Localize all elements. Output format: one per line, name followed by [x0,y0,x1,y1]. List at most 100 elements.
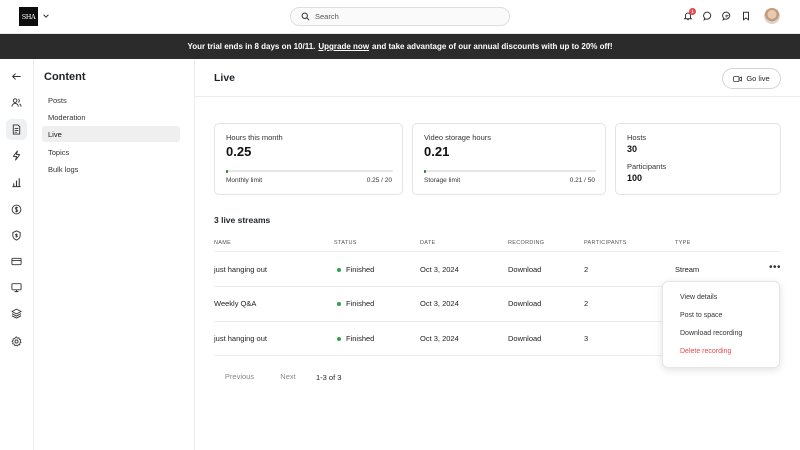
subnav-item-topics[interactable]: Topics [42,144,180,160]
row-3-date: Oct 3, 2024 [420,334,459,343]
stats-card: Hosts 30 Participants 100 [615,123,781,195]
row-1-date: Oct 3, 2024 [420,265,459,274]
menu-item-delete-recording[interactable]: Delete recording [680,348,731,355]
user-avatar[interactable] [764,8,780,24]
top-bar: SHA 1 [0,0,800,34]
column-header-type: TYPE [675,240,691,246]
subnav-item-moderation[interactable]: Moderation [42,109,180,125]
content-subnav: Content Posts Moderation Live Topics Bul… [34,59,195,450]
menu-item-view-details[interactable]: View details [680,294,717,301]
storage-value: 0.21 [424,144,450,159]
hours-limit-label: Monthly limit [226,177,263,184]
menu-item-post-to-space[interactable]: Post to space [680,312,722,319]
subnav-item-bulk-logs[interactable]: Bulk logs [42,161,180,177]
icon-rail [0,59,34,450]
row-2-date: Oct 3, 2024 [420,299,459,308]
go-live-label: Go live [746,74,770,83]
row-2-status: Finished [337,299,374,308]
brand-logo[interactable]: SHA [19,7,38,26]
main-content: Live Go live Hours this month 0.25 Month… [195,59,800,450]
row-1-type: Stream [675,265,700,274]
subnav-item-label: Moderation [48,112,86,122]
row-1-participants: 2 [584,265,589,274]
storage-card: Video storage hours 0.21 Storage limit 0… [412,123,606,195]
subnav-item-label: Posts [48,95,67,105]
gear-icon[interactable] [10,335,23,348]
participants-value: 100 [627,173,643,183]
page-header: Live Go live [195,59,800,97]
more-actions-button[interactable]: ••• [769,263,781,273]
hosts-value: 30 [627,144,638,154]
hosts-label: Hosts [627,133,647,142]
status-text: Finished [346,265,375,274]
people-icon[interactable] [10,96,23,109]
subnav-title: Content [44,71,86,83]
subnav-item-live[interactable]: Live [42,126,180,142]
column-header-status: STATUS [334,240,357,246]
streams-title: 3 live streams [214,215,271,225]
search-input[interactable] [315,12,495,21]
banner-prefix: Your trial ends in 8 days on 10/11. [187,42,316,51]
subnav-item-label: Bulk logs [48,164,79,174]
brand-logo-text: SHA [21,12,36,21]
storage-limit-value: 0.21 / 50 [569,177,595,184]
row-1-name: just hanging out [214,265,267,274]
document-icon[interactable] [6,119,27,140]
row-2-participants: 2 [584,299,589,308]
search-icon [301,12,310,21]
row-3-participants: 3 [584,334,589,343]
storage-label: Video storage hours [424,133,491,142]
chat-bubble-icon[interactable] [703,11,713,21]
messages-icon[interactable] [722,11,732,21]
next-page-button[interactable]: Next [269,364,307,389]
bar-chart-icon[interactable] [10,176,23,189]
hours-label: Hours this month [226,133,283,142]
hours-progress-fill [226,169,229,173]
hours-value: 0.25 [226,144,252,159]
row-3-download-link[interactable]: Download [508,334,541,343]
bookmark-icon[interactable] [741,11,751,21]
row-1-download-link[interactable]: Download [508,265,541,274]
trial-banner: Your trial ends in 8 days on 10/11. Upgr… [0,34,800,59]
subnav-item-posts[interactable]: Posts [42,92,180,108]
menu-item-download-recording[interactable]: Download recording [680,330,742,337]
notification-badge: 1 [689,8,696,15]
hours-limit-value: 0.25 / 20 [366,177,392,184]
search-bar[interactable] [290,7,510,26]
credit-card-icon[interactable] [10,255,23,268]
storage-progress-bar [424,169,596,173]
back-arrow-icon[interactable] [10,70,23,83]
row-3-status: Finished [337,334,374,343]
column-header-participants: PARTICIPANTS [584,240,627,246]
status-dot-icon [337,267,341,272]
monitor-icon[interactable] [10,281,23,294]
chevron-down-icon[interactable] [42,12,50,20]
status-text: Finished [346,334,375,343]
participants-label: Participants [627,162,667,171]
divider [214,251,780,252]
previous-page-button[interactable]: Previous [214,364,265,389]
column-header-date: DATE [420,240,436,246]
shield-dollar-icon[interactable] [10,229,23,242]
row-3-name: just hanging out [214,334,267,343]
next-label: Next [280,372,296,381]
video-camera-icon [733,75,743,82]
dollar-icon[interactable] [10,203,23,216]
upgrade-link[interactable]: Upgrade now [318,42,369,51]
storage-limit-label: Storage limit [424,177,461,184]
status-dot-icon [337,336,341,341]
column-header-name: NAME [214,240,232,246]
bolt-icon[interactable] [10,149,23,162]
column-header-recording: RECORDING [508,240,545,246]
row-2-download-link[interactable]: Download [508,299,541,308]
page-title: Live [214,72,236,84]
hours-card: Hours this month 0.25 Monthly limit 0.25… [214,123,403,195]
status-text: Finished [346,299,375,308]
subnav-item-label: Topics [48,147,70,157]
row-1-status: Finished [337,265,374,274]
layers-icon[interactable] [10,307,23,320]
status-dot-icon [337,301,341,306]
pagination-count: 1-3 of 3 [316,373,342,382]
go-live-button[interactable]: Go live [722,68,781,89]
storage-progress-fill [424,169,427,173]
